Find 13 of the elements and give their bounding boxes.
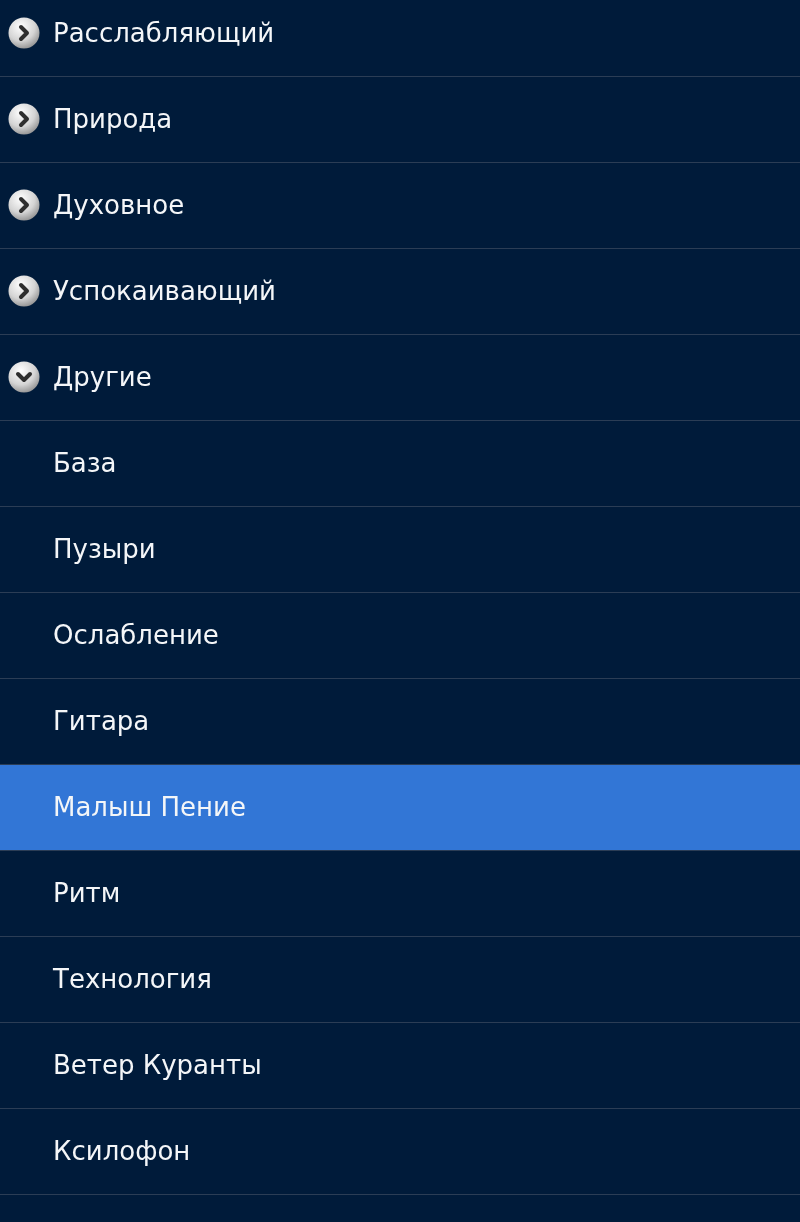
category-header[interactable]: Расслабляющий <box>0 0 800 77</box>
category-header[interactable]: Успокаивающий <box>0 249 800 335</box>
category-header[interactable]: Другие <box>0 335 800 421</box>
category-header[interactable]: Природа <box>0 77 800 163</box>
list-item[interactable]: Ветер Куранты <box>0 1023 800 1109</box>
list-item[interactable]: Ритм <box>0 851 800 937</box>
list-item[interactable]: Ксилофон <box>0 1109 800 1195</box>
category-header[interactable]: Духовное <box>0 163 800 249</box>
list-item[interactable]: Пузыри <box>0 507 800 593</box>
list-item[interactable]: База <box>0 421 800 507</box>
list-item[interactable]: Технология <box>0 937 800 1023</box>
list-item[interactable]: Ослабление <box>0 593 800 679</box>
list-item[interactable]: Малыш Пение <box>0 765 800 851</box>
